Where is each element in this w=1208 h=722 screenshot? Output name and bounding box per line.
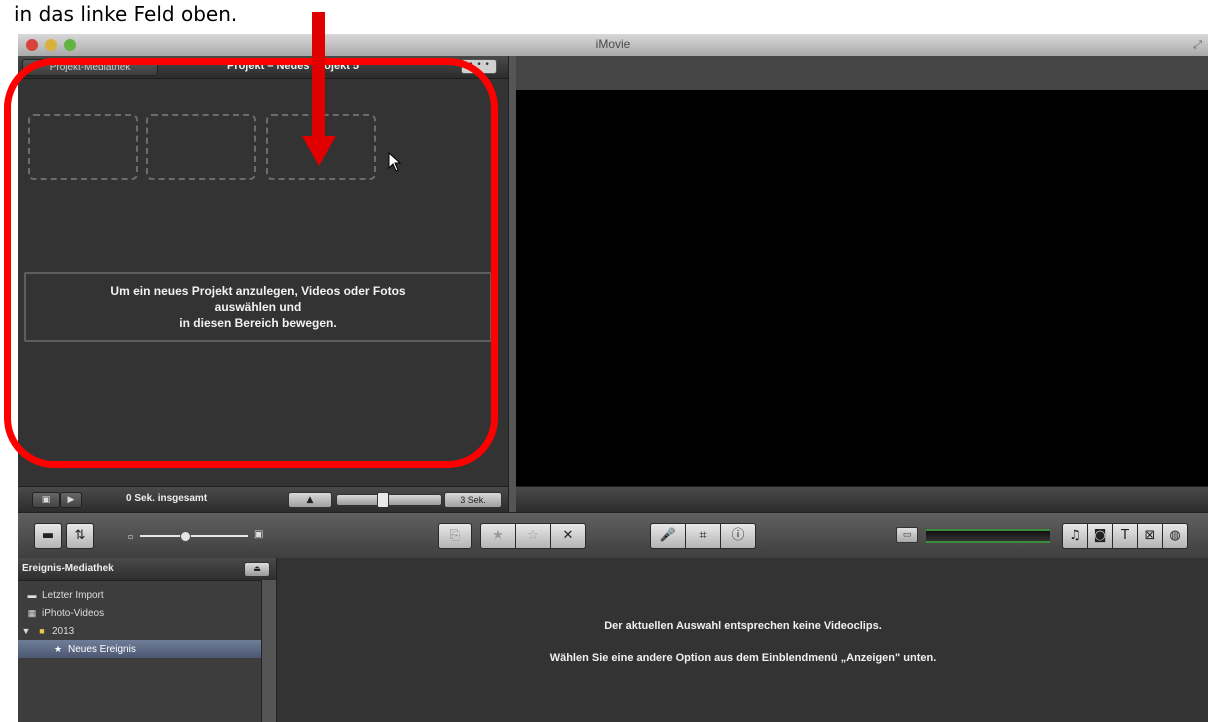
mouse-cursor-icon <box>388 152 402 172</box>
imovie-window: iMovie ⤢ Projekt-Mediathek Projekt – Neu… <box>18 34 1208 722</box>
camera-photo-icon[interactable]: ◙ <box>1087 523 1112 549</box>
event-library-header: Ereignis-Mediathek ⏏ <box>18 558 276 581</box>
project-library-button[interactable]: Projekt-Mediathek <box>22 59 158 76</box>
slider-knob[interactable] <box>377 492 389 508</box>
disclosure-triangle-icon[interactable]: ▼ <box>20 622 32 640</box>
folder-icon: ■ <box>39 626 45 636</box>
hint-line: Um ein neues Projekt anzulegen, Videos o… <box>110 284 406 298</box>
drop-hint-box[interactable]: Um ein neues Projekt anzulegen, Videos o… <box>24 272 492 342</box>
empty-clip-slot[interactable] <box>28 114 138 180</box>
star-icon: ★ <box>53 644 63 654</box>
hint-line: auswählen und <box>214 300 302 314</box>
empty-message-2: Wählen Sie eine andere Option aus dem Ei… <box>549 652 937 664</box>
rating-button-group: ★ ☆ ✕ <box>480 523 586 549</box>
unmark-star-icon[interactable]: ☆ <box>515 523 550 549</box>
title-bar: iMovie ⤢ <box>18 34 1208 57</box>
favorite-star-icon[interactable]: ★ <box>480 523 515 549</box>
sidebar-item-label: Letzter Import <box>42 590 104 601</box>
sidebar-scrollbar[interactable] <box>261 580 276 722</box>
sidebar-item-label: 2013 <box>52 626 75 637</box>
event-browser: Der aktuellen Auswahl entsprechen keine … <box>276 558 1208 722</box>
tools-button-group: 🎤 ⌗ ⓘ <box>650 523 756 549</box>
title-t-icon[interactable]: T <box>1112 523 1137 549</box>
tutorial-caption: in das linke Feld oben. <box>14 2 238 26</box>
swap-panes-icon[interactable]: ⇅ <box>66 523 94 549</box>
sidebar-item-neues-ereignis[interactable]: ★ Neues Ereignis <box>18 640 262 658</box>
window-title: iMovie <box>595 37 631 51</box>
preview-viewer <box>516 90 1208 486</box>
sidebar-item-label: iPhoto-Videos <box>42 608 105 619</box>
viewer-top-bar <box>516 56 1208 90</box>
zoom-large-icon: ▣ <box>254 529 264 540</box>
crop-icon[interactable]: ⌗ <box>685 523 720 549</box>
eject-icon[interactable]: ⏏ <box>244 562 270 577</box>
project-options-button[interactable]: • • • <box>461 59 497 74</box>
project-pane: Projekt-Mediathek Projekt – Neues Projek… <box>18 56 508 486</box>
clip-duration-label: 3 Sek. <box>444 492 502 508</box>
transitions-icon[interactable]: ⊠ <box>1137 523 1162 549</box>
camera-import-icon[interactable]: ▬ <box>34 523 62 549</box>
browser-button-group: ♫ ◙ T ⊠ ◍ <box>1062 523 1188 549</box>
sidebar-item-2013[interactable]: ▼ ■ 2013 <box>18 622 264 640</box>
iphoto-icon: ▦ <box>27 608 37 618</box>
empty-clip-slot[interactable] <box>146 114 256 180</box>
project-header: Projekt-Mediathek Projekt – Neues Projek… <box>18 56 508 79</box>
reject-x-icon[interactable]: ✕ <box>550 523 586 549</box>
zoom-small-icon: ▫ <box>128 532 134 541</box>
maps-globe-icon[interactable]: ◍ <box>1162 523 1188 549</box>
zoom-slider-knob[interactable] <box>180 531 191 542</box>
audio-waveform-button[interactable]: ▲ <box>288 492 332 508</box>
sidebar-item-letzter-import[interactable]: ▬ Letzter Import <box>18 586 270 604</box>
thumbnail-size-slider[interactable] <box>336 492 442 508</box>
sidebar-item-label: Neues Ereignis <box>68 644 136 655</box>
event-library-sidebar: Ereignis-Mediathek ⏏ ▬ Letzter Import ▦ iP… <box>18 558 276 722</box>
film-icon: ▬ <box>27 590 37 600</box>
arrow-head-icon <box>302 136 336 166</box>
viewer-bottom-bar <box>516 486 1208 513</box>
total-duration-label: 0 Sek. insgesamt <box>126 493 208 504</box>
project-title: Projekt – Neues Projekt 5 <box>226 60 360 72</box>
play-fullscreen-button[interactable]: ▣ <box>32 492 60 508</box>
main-toolbar: ▬ ⇅ ▫ ▣ ⎘ ★ ☆ ✕ 🎤 ⌗ ⓘ ▭ ♫ ◙ T ⊠ ◍ <box>18 512 1208 560</box>
add-to-project-icon[interactable]: ⎘ <box>438 523 472 549</box>
music-note-icon[interactable]: ♫ <box>1062 523 1087 549</box>
zoom-slider[interactable] <box>140 531 248 542</box>
project-bottom-bar: ▣ ▶ 0 Sek. insgesamt ▲ 3 Sek. <box>18 486 508 513</box>
voiceover-microphone-icon[interactable]: 🎤 <box>650 523 685 549</box>
event-library-title: Ereignis-Mediathek <box>22 563 114 574</box>
play-button[interactable]: ▶ <box>60 492 82 508</box>
sidebar-item-iphoto-videos[interactable]: ▦ iPhoto-Videos <box>18 604 270 622</box>
audio-level-meter <box>926 529 1050 543</box>
inspector-info-icon[interactable]: ⓘ <box>720 523 756 549</box>
audio-level-icon: ▭ <box>896 527 918 543</box>
empty-message-1: Der aktuellen Auswahl entsprechen keine … <box>604 620 882 632</box>
arrow-down-icon <box>312 12 325 138</box>
hint-line: in diesen Bereich bewegen. <box>179 316 337 330</box>
fullscreen-icon[interactable]: ⤢ <box>1193 38 1202 52</box>
